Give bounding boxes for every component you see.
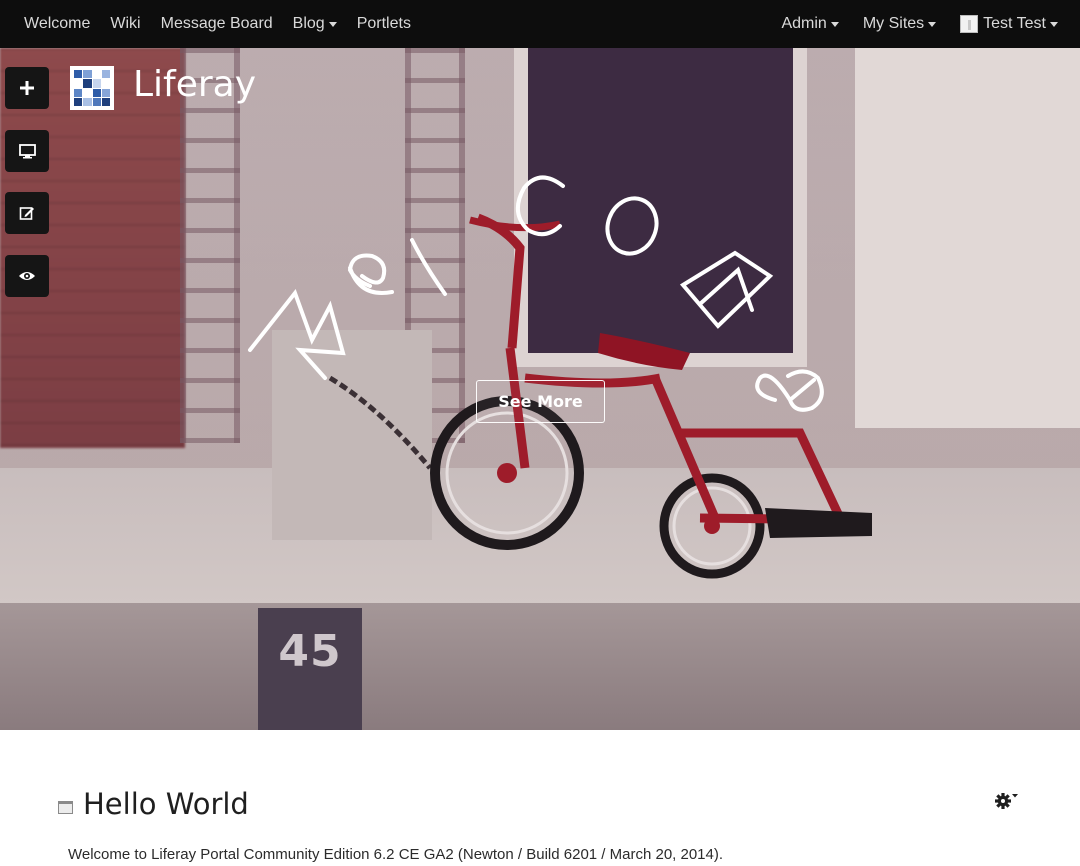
see-more-button[interactable]: See More xyxy=(476,380,605,423)
toggle-visibility-button[interactable] xyxy=(5,255,49,297)
edit-controls-button[interactable] xyxy=(5,192,49,234)
nav-item-label: Portlets xyxy=(356,15,411,32)
admin-menu-label: Admin xyxy=(781,15,827,32)
preview-button[interactable] xyxy=(5,130,49,172)
my-sites-menu-label: My Sites xyxy=(862,15,925,32)
caret-down-icon xyxy=(1012,794,1018,798)
welcome-letter-e xyxy=(347,253,394,295)
hero-banner: 45 See More xyxy=(0,48,1080,730)
nav-item-label: Wiki xyxy=(110,15,141,32)
nav-item-wiki[interactable]: Wiki xyxy=(100,0,150,48)
portlet-title: Hello World xyxy=(83,787,249,821)
site-name[interactable]: Liferay xyxy=(133,64,256,105)
welcome-letter-w xyxy=(248,288,346,380)
add-button[interactable] xyxy=(5,67,49,109)
monitor-icon xyxy=(18,143,36,158)
nav-item-welcome[interactable]: Welcome xyxy=(14,0,100,48)
top-navbar: Welcome Wiki Message Board Blog Portlets… xyxy=(0,0,1080,48)
gear-icon xyxy=(995,793,1018,809)
welcome-letter-c xyxy=(516,175,565,237)
portlet-body-text: Welcome to Liferay Portal Community Edit… xyxy=(68,846,724,863)
nav-item-message-board[interactable]: Message Board xyxy=(151,0,283,48)
portlet-options-button[interactable] xyxy=(994,790,1020,815)
caret-down-icon xyxy=(328,22,337,27)
edit-icon xyxy=(19,207,34,220)
site-logo[interactable] xyxy=(70,66,114,110)
portlet-header: Hello World xyxy=(58,787,249,821)
nav-item-label: Message Board xyxy=(160,15,273,32)
user-name: Test Test xyxy=(983,15,1046,32)
nav-item-label: Blog xyxy=(292,15,325,32)
site-navigation: Welcome Wiki Message Board Blog Portlets xyxy=(14,0,421,48)
welcome-letter-m xyxy=(679,250,774,329)
welcome-letter-e xyxy=(755,369,824,412)
user-navigation: Admin My Sites Test Test xyxy=(769,0,1070,48)
plus-icon xyxy=(20,81,34,95)
user-menu[interactable]: Test Test xyxy=(948,0,1070,48)
nav-item-blog[interactable]: Blog xyxy=(283,0,347,48)
avatar xyxy=(960,15,979,33)
caret-down-icon xyxy=(928,22,937,27)
caret-down-icon xyxy=(1050,22,1058,27)
nav-item-label: Welcome xyxy=(24,15,91,32)
portlet-window-icon xyxy=(58,800,73,814)
caret-down-icon xyxy=(830,22,839,27)
eye-icon xyxy=(19,272,35,280)
admin-menu[interactable]: Admin xyxy=(769,0,850,48)
welcome-letter-l xyxy=(410,238,447,296)
nav-item-portlets[interactable]: Portlets xyxy=(347,0,421,48)
welcome-letter-o xyxy=(605,196,659,256)
my-sites-menu[interactable]: My Sites xyxy=(851,0,948,48)
see-more-label: See More xyxy=(498,392,583,411)
